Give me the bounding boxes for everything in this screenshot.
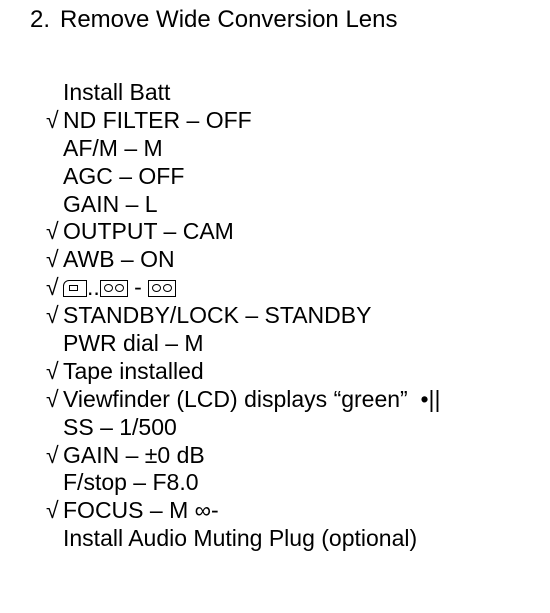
checklist-item: AGC – OFF	[46, 163, 441, 191]
item-text: OUTPUT – CAM	[63, 218, 234, 245]
check-mark-icon: √	[46, 357, 59, 384]
check-mark-icon: √	[46, 302, 59, 329]
checklist-item: √ Viewfinder (LCD) displays “green” •||	[46, 386, 441, 414]
item-text: Install Batt	[63, 79, 171, 105]
checklist-item: √ ND FILTER – OFF	[46, 107, 441, 135]
checklist-item: GAIN – L	[46, 191, 441, 219]
item-text: Tape installed	[63, 357, 204, 384]
check-mark-icon: √	[46, 274, 59, 301]
item-text: AWB – ON	[63, 246, 175, 273]
item-text: GAIN – L	[63, 190, 158, 217]
check-mark-icon: √	[46, 106, 59, 133]
step-title: Remove Wide Conversion Lens	[60, 6, 398, 33]
item-text: PWR dial – M	[63, 330, 204, 357]
icon-dots: ..	[87, 274, 100, 301]
item-text: AGC – OFF	[63, 162, 185, 189]
tape-cassette-icon	[148, 280, 177, 298]
item-text: FOCUS – M ∞-	[63, 497, 219, 524]
check-mark-icon: √	[46, 385, 59, 412]
item-text: SS – 1/500	[63, 413, 177, 440]
check-mark-icon: √	[46, 441, 59, 468]
checklist-item: SS – 1/500	[46, 414, 441, 442]
item-text: F/stop – F8.0	[63, 469, 199, 496]
check-mark-icon: √	[46, 246, 59, 273]
checklist-item: AF/M – M	[46, 135, 441, 163]
checklist-item: √.. -	[46, 274, 441, 302]
checklist-item: √ AWB – ON	[46, 246, 441, 274]
icon-dash: -	[127, 274, 149, 301]
checklist: Install Batt √ ND FILTER – OFF AF/M – M A…	[46, 79, 441, 553]
tape-cassette-icon	[99, 280, 128, 298]
item-text: GAIN – ±0 dB	[63, 441, 205, 468]
checklist-item: F/stop – F8.0	[46, 469, 441, 497]
item-text: STANDBY/LOCK – STANDBY	[63, 302, 372, 329]
check-mark-icon: √	[46, 218, 59, 245]
checklist-item: Install Audio Muting Plug (optional)	[46, 525, 441, 553]
checklist-item: √ GAIN – ±0 dB	[46, 442, 441, 470]
item-text: Viewfinder (LCD) displays “green” •||	[63, 385, 441, 412]
checklist-item: √ FOCUS – M ∞-	[46, 497, 441, 525]
step-heading: 2. Remove Wide Conversion Lens	[30, 4, 398, 36]
checklist-item: PWR dial – M	[46, 330, 441, 358]
checklist-item: √ Tape installed	[46, 358, 441, 386]
item-text: ND FILTER – OFF	[63, 106, 252, 133]
checklist-item: √ OUTPUT – CAM	[46, 218, 441, 246]
check-mark-icon: √	[46, 497, 59, 524]
memory-card-icon	[63, 280, 87, 298]
checklist-item: Install Batt	[46, 79, 441, 107]
item-text: AF/M – M	[63, 134, 163, 161]
step-number: 2.	[30, 6, 51, 33]
item-text: Install Audio Muting Plug (optional)	[63, 525, 418, 552]
checklist-item: √ STANDBY/LOCK – STANDBY	[46, 302, 441, 330]
